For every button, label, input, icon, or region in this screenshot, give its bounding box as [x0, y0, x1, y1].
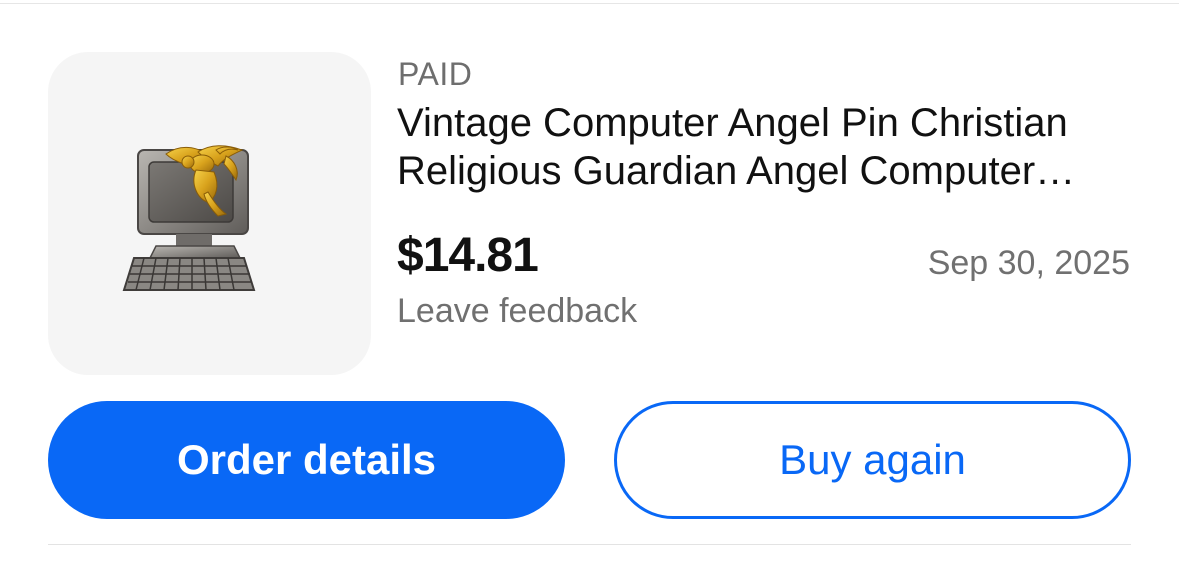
item-price: $14.81: [397, 229, 539, 282]
order-details-button[interactable]: Order details: [48, 401, 565, 519]
order-date: Sep 30, 2025: [927, 244, 1130, 282]
order-details-button-label: Order details: [176, 436, 437, 483]
computer-angel-pin-image: [122, 145, 256, 291]
buy-again-button-label: Buy again: [779, 436, 966, 483]
bottom-divider: [48, 544, 1131, 545]
buy-again-button[interactable]: Buy again: [614, 401, 1131, 519]
item-title[interactable]: Vintage Computer Angel Pin Christian Rel…: [397, 99, 1137, 195]
leave-feedback-link[interactable]: Leave feedback: [397, 291, 637, 331]
top-divider: [0, 3, 1179, 4]
product-thumbnail[interactable]: [48, 52, 371, 375]
order-status-label: PAID: [398, 56, 473, 92]
